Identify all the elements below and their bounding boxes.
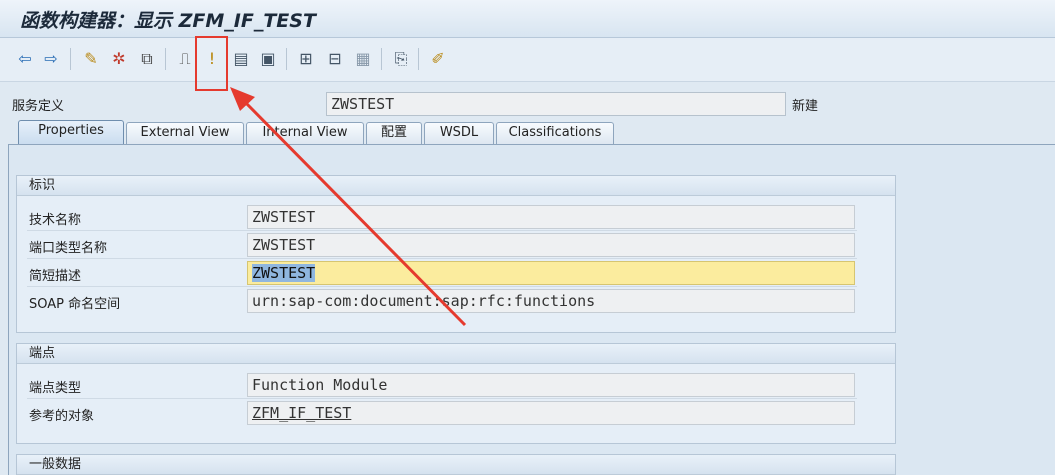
annotation-arrow xyxy=(230,87,467,327)
arrow-shaft xyxy=(242,99,467,327)
